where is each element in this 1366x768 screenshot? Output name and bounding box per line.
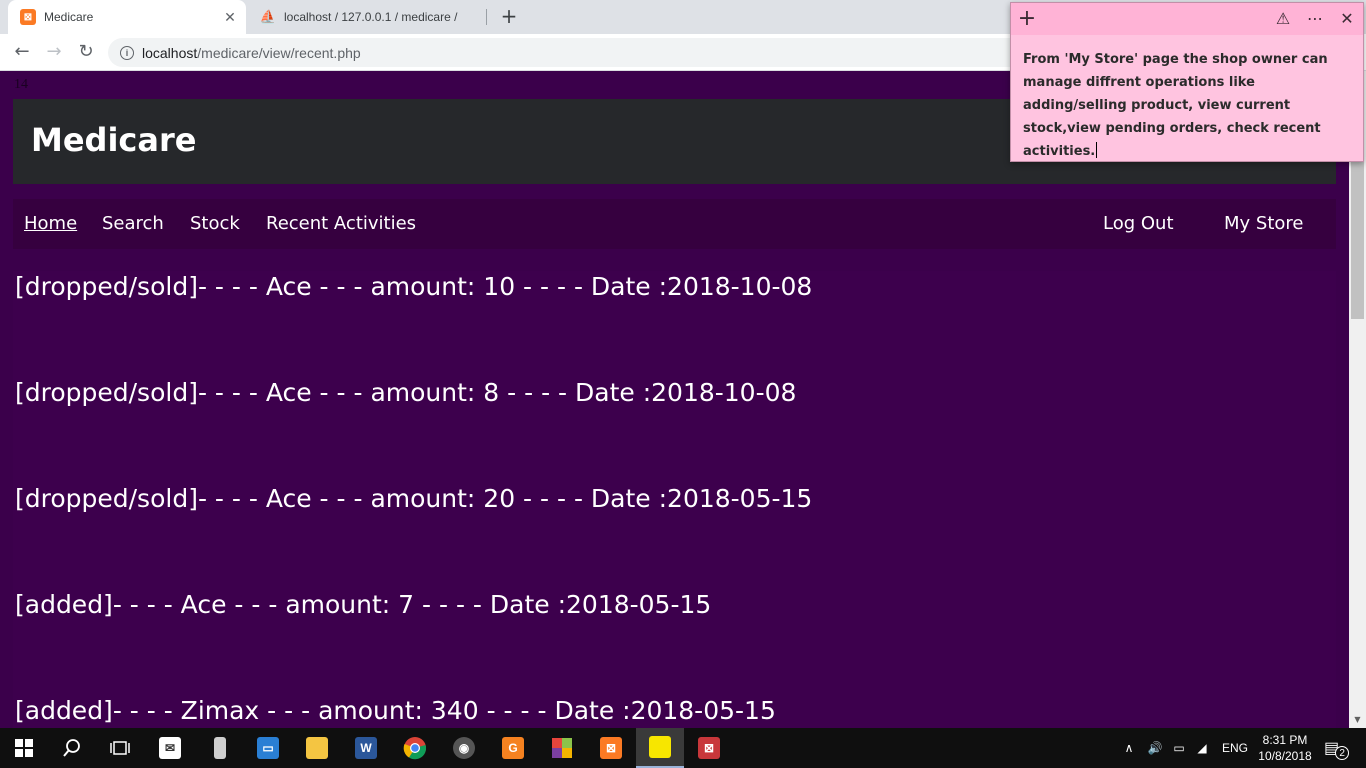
- windows-taskbar: ✉ ▭ W ◉ G ⊠ ⊠ ∧ 🔊 ▭ ◢ ENG 8:31 PM 10/8/2…: [0, 728, 1366, 768]
- task-view-icon: [110, 741, 130, 755]
- nav-home[interactable]: Home: [24, 213, 77, 234]
- activity-item: [dropped/sold]- - - - Ace - - - amount: …: [15, 484, 813, 513]
- language-indicator[interactable]: ENG: [1222, 741, 1248, 755]
- speaker-app-icon: ◉: [453, 737, 475, 759]
- close-tab-icon[interactable]: ✕: [222, 9, 238, 26]
- page-viewport: 14 Medicare Home Search Stock Recent Act…: [0, 71, 1349, 728]
- taskbar-media[interactable]: ◉: [440, 728, 488, 768]
- xampp-icon: ⊠: [600, 737, 622, 759]
- xampp-icon: ⊠: [20, 9, 36, 25]
- orange-app-icon: G: [502, 737, 524, 759]
- close-icon[interactable]: ✕: [1335, 7, 1359, 31]
- search-icon: [63, 739, 80, 757]
- page-scrollbar[interactable]: ▲ ▼: [1349, 71, 1366, 728]
- sticky-notes-icon: [649, 736, 671, 758]
- nav-recent-activities[interactable]: Recent Activities: [266, 213, 416, 234]
- info-icon[interactable]: i: [120, 45, 134, 60]
- show-hidden-icons-icon[interactable]: ∧: [1120, 741, 1138, 755]
- device-icon: [214, 737, 226, 759]
- volume-icon[interactable]: 🔊: [1142, 741, 1168, 755]
- sticky-note-titlebar[interactable]: + ⚠ ⋯ ✕: [1011, 3, 1363, 35]
- add-note-icon[interactable]: +: [1015, 7, 1039, 31]
- word-icon: W: [355, 737, 377, 759]
- sticky-note[interactable]: + ⚠ ⋯ ✕ From 'My Store' page the shop ow…: [1010, 2, 1364, 162]
- tab-title: localhost / 127.0.0.1 / medicare /: [284, 10, 458, 24]
- taskbar-device[interactable]: [196, 728, 244, 768]
- scroll-thumb[interactable]: [1351, 161, 1364, 319]
- phpmyadmin-icon: ⛵: [259, 9, 277, 24]
- taskbar-xampp[interactable]: ⊠: [587, 728, 635, 768]
- nav-search[interactable]: Search: [102, 213, 164, 234]
- new-tab-button[interactable]: +: [498, 5, 520, 27]
- taskbar-app-orange[interactable]: G: [489, 728, 537, 768]
- activity-item: [added]- - - - Ace - - - amount: 7 - - -…: [15, 590, 712, 619]
- battery-icon[interactable]: ▭: [1168, 741, 1190, 755]
- windows-icon: [15, 739, 33, 757]
- taskbar-mail[interactable]: ✉: [146, 728, 194, 768]
- tab-title: Medicare: [44, 10, 94, 24]
- start-button[interactable]: [0, 728, 48, 768]
- taskbar-app-blocks[interactable]: [538, 728, 586, 768]
- site-nav: Home Search Stock Recent Activities Log …: [13, 199, 1336, 249]
- back-button[interactable]: ←: [10, 40, 34, 64]
- computer-icon: ▭: [257, 737, 279, 759]
- site-title: Medicare: [31, 121, 197, 159]
- taskbar-sticky-notes[interactable]: [636, 728, 684, 768]
- activity-item: [dropped/sold]- - - - Ace - - - amount: …: [15, 378, 797, 407]
- red-app-icon: ⊠: [698, 737, 720, 759]
- taskbar-app-red[interactable]: ⊠: [685, 728, 733, 768]
- tab-medicare[interactable]: ⊠ Medicare ✕: [8, 0, 246, 34]
- visit-counter: 14: [14, 77, 28, 92]
- system-tray: ∧ 🔊 ▭ ◢ ENG: [1120, 728, 1248, 768]
- nav-stock[interactable]: Stock: [190, 213, 240, 234]
- taskbar-chrome[interactable]: [391, 728, 439, 768]
- taskbar-pc[interactable]: ▭: [244, 728, 292, 768]
- taskbar-file-explorer[interactable]: [293, 728, 341, 768]
- folder-icon: [306, 737, 328, 759]
- chrome-icon: [403, 737, 427, 760]
- wifi-icon[interactable]: ◢: [1190, 741, 1214, 755]
- clock-time: 8:31 PM: [1262, 733, 1308, 747]
- activity-item: [dropped/sold]- - - - Ace - - - amount: …: [15, 272, 813, 301]
- system-clock[interactable]: 8:31 PM 10/8/2018: [1252, 732, 1318, 764]
- text-caret: [1096, 142, 1098, 158]
- url-path: /medicare/view/recent.php: [197, 44, 361, 61]
- tab-divider: [486, 9, 487, 25]
- reload-button[interactable]: ↻: [74, 40, 98, 64]
- scroll-down-icon[interactable]: ▼: [1349, 711, 1366, 728]
- taskbar-word[interactable]: W: [342, 728, 390, 768]
- activity-item: [added]- - - - Zimax - - - amount: 340 -…: [15, 696, 776, 725]
- task-view-button[interactable]: [96, 728, 144, 768]
- sticky-note-text[interactable]: From 'My Store' page the shop owner can …: [1023, 48, 1353, 163]
- notifications-button[interactable]: ▤ 2: [1324, 728, 1350, 768]
- clock-date: 10/8/2018: [1258, 749, 1312, 763]
- url-host: localhost: [142, 44, 198, 61]
- nav-log-out[interactable]: Log Out: [1103, 213, 1174, 234]
- forward-button[interactable]: →: [42, 40, 66, 64]
- tab-phpmyadmin[interactable]: ⛵ localhost / 127.0.0.1 / medicare /: [248, 0, 484, 34]
- more-options-icon[interactable]: ⋯: [1303, 7, 1327, 31]
- warning-icon[interactable]: ⚠: [1271, 7, 1295, 31]
- mail-icon: ✉: [159, 737, 181, 759]
- activity-list: [dropped/sold]- - - - Ace - - - amount: …: [13, 271, 1336, 728]
- blocks-app-icon: [552, 738, 572, 758]
- search-button[interactable]: [48, 728, 96, 768]
- nav-my-store[interactable]: My Store: [1224, 213, 1303, 234]
- notification-count: 2: [1335, 746, 1350, 760]
